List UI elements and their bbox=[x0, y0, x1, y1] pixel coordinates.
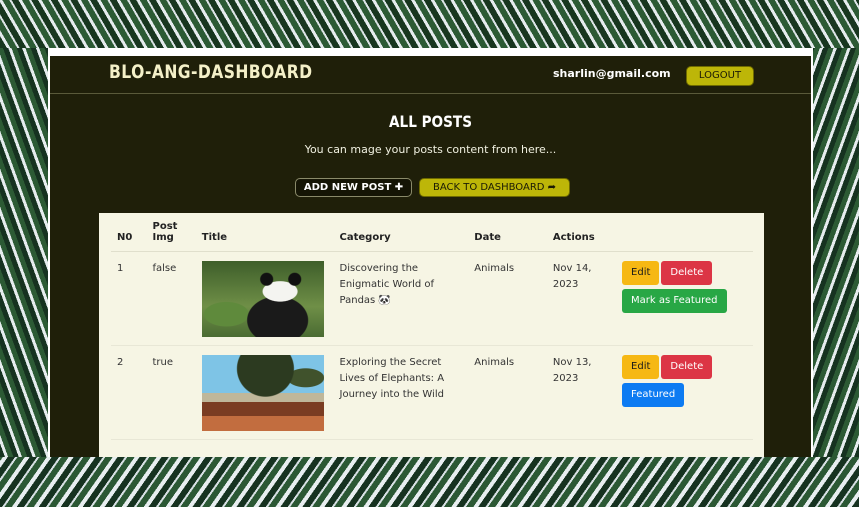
row-number: 1 bbox=[111, 251, 147, 346]
table-header-row: N0 Post Img Title Category Date Actions bbox=[111, 221, 753, 252]
navbar: BLO-ANG-DASHBOARD sharlin@gmail.com LOGO… bbox=[50, 56, 811, 94]
column-header-no: N0 bbox=[111, 221, 147, 252]
column-header-post-img: Post Img bbox=[146, 221, 196, 252]
mark-as-featured-button[interactable]: Mark as Featured bbox=[622, 289, 727, 313]
delete-button[interactable]: Delete bbox=[661, 261, 713, 285]
desktop-wallpaper-bottom bbox=[0, 457, 859, 507]
brand-logo[interactable]: BLO-ANG-DASHBOARD bbox=[109, 61, 313, 83]
panda-thumbnail-image bbox=[201, 261, 324, 337]
browser-window: BLO-ANG-DASHBOARD sharlin@gmail.com LOGO… bbox=[48, 48, 813, 457]
table-row: 2 true Exploring the Secret Lives of Ele… bbox=[111, 345, 753, 440]
dashboard-app: BLO-ANG-DASHBOARD sharlin@gmail.com LOGO… bbox=[50, 56, 811, 457]
page-subtitle: You can mage your posts content from her… bbox=[304, 143, 557, 156]
delete-button[interactable]: Delete bbox=[661, 355, 713, 379]
add-new-post-button[interactable]: ADD NEW POST ✚ bbox=[295, 178, 412, 197]
column-header-title: Title bbox=[195, 221, 334, 252]
desktop-wallpaper-top bbox=[0, 0, 859, 48]
column-header-actions-buttons bbox=[616, 221, 753, 252]
posts-table-container: N0 Post Img Title Category Date Actions … bbox=[99, 213, 764, 457]
column-header-date: Date bbox=[468, 221, 547, 252]
table-row: 1 false Discovering the Enigmatic World … bbox=[111, 251, 753, 346]
row-category: Animals bbox=[468, 345, 547, 440]
back-to-dashboard-button[interactable]: BACK TO DASHBOARD ➦ bbox=[419, 178, 570, 197]
row-thumbnail-cell bbox=[195, 345, 334, 440]
posts-table: N0 Post Img Title Category Date Actions … bbox=[111, 221, 753, 440]
edit-button[interactable]: Edit bbox=[622, 261, 660, 285]
elephants-thumbnail-image bbox=[201, 355, 324, 431]
row-post-img-flag: true bbox=[146, 345, 196, 440]
row-title: Discovering the Enigmatic World of Panda… bbox=[333, 251, 469, 346]
row-title: Exploring the Secret Lives of Elephants:… bbox=[333, 345, 469, 440]
row-actions: Edit Delete Featured bbox=[616, 345, 753, 440]
user-email: sharlin@gmail.com bbox=[553, 67, 671, 80]
row-number: 2 bbox=[111, 345, 147, 440]
row-thumbnail-cell bbox=[195, 251, 334, 346]
featured-button[interactable]: Featured bbox=[622, 383, 685, 407]
desktop-wallpaper-left bbox=[0, 48, 48, 458]
page-title: ALL POSTS bbox=[388, 112, 472, 131]
edit-button[interactable]: Edit bbox=[622, 355, 660, 379]
logout-button[interactable]: LOGOUT bbox=[686, 66, 754, 86]
row-post-img-flag: false bbox=[146, 251, 196, 346]
row-category: Animals bbox=[468, 251, 547, 346]
desktop-wallpaper-right bbox=[813, 48, 859, 458]
row-actions: Edit Delete Mark as Featured bbox=[616, 251, 753, 346]
column-header-actions: Actions bbox=[546, 221, 617, 252]
row-date: Nov 14, 2023 bbox=[546, 251, 617, 346]
column-header-category: Category bbox=[333, 221, 469, 252]
row-date: Nov 13, 2023 bbox=[546, 345, 617, 440]
